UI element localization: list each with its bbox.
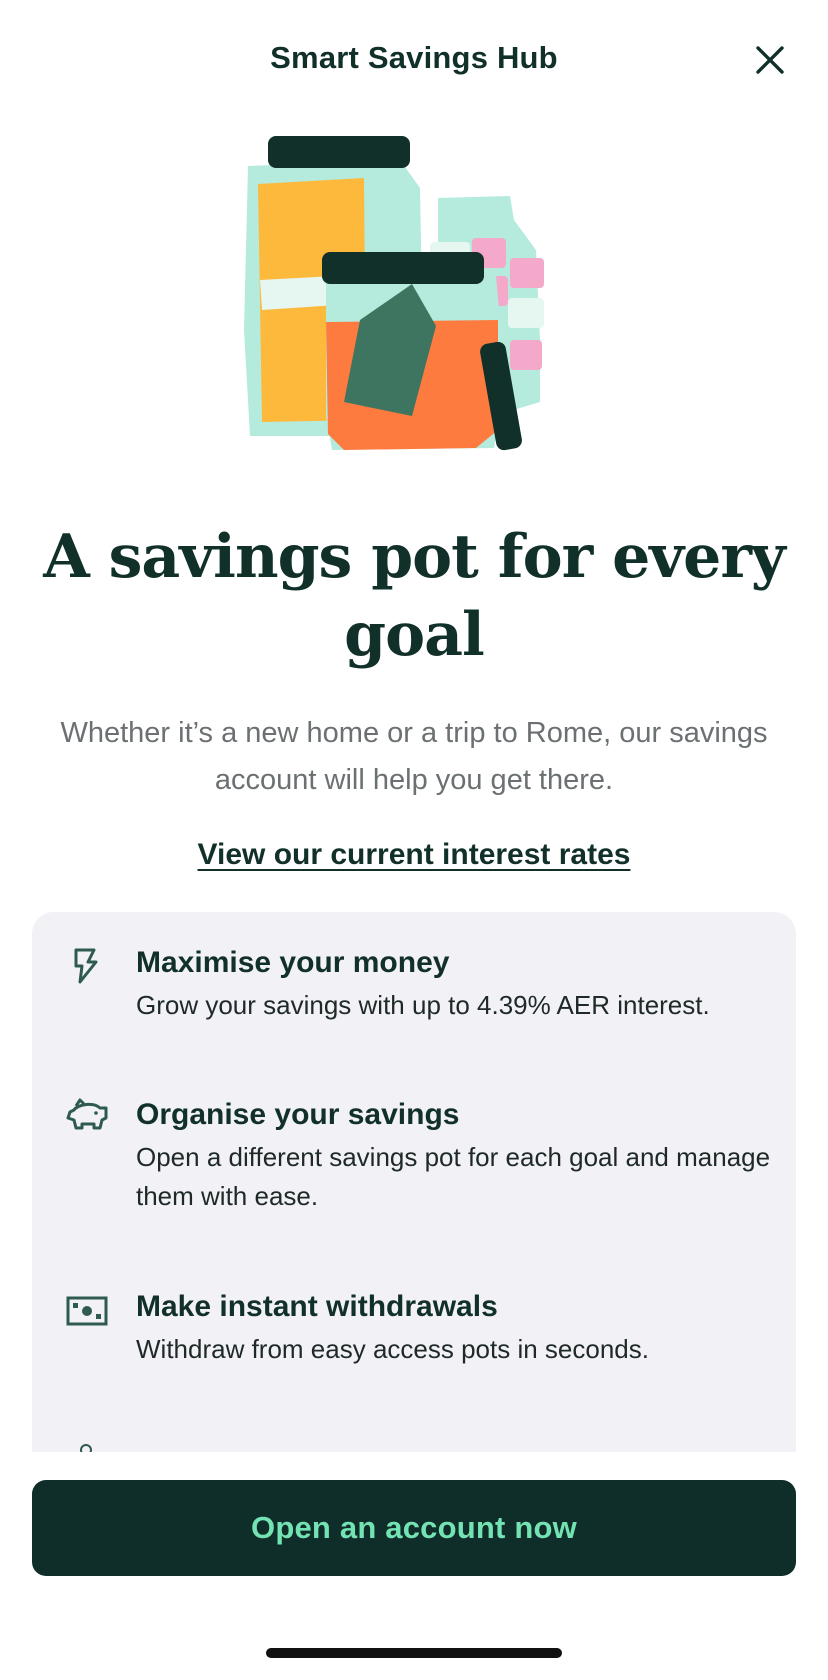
partial-feature-icon (80, 1444, 92, 1452)
lightning-icon (74, 948, 98, 984)
close-icon (756, 46, 784, 74)
page-title: Smart Savings Hub (270, 40, 558, 75)
interest-rates-link[interactable]: View our current interest rates (198, 838, 631, 871)
savings-jars-illustration (244, 136, 544, 451)
features-card: Maximise your money Grow your savings wi… (32, 912, 796, 1452)
feature-title: Maximise your money (136, 946, 450, 979)
savings-onboarding-screen: Smart Savings Hub A savings pot for ever… (0, 0, 828, 1680)
feature-description: Open a different savings pot for each go… (136, 1142, 771, 1211)
interest-rates-link-row: View our current interest rates (0, 838, 828, 872)
close-button[interactable] (748, 38, 792, 82)
header: Smart Savings Hub (0, 0, 828, 120)
open-account-button[interactable]: Open an account now (32, 1480, 796, 1576)
feature-title: Make instant withdrawals (136, 1290, 498, 1323)
home-indicator[interactable] (266, 1648, 562, 1658)
open-account-label: Open an account now (251, 1510, 577, 1545)
banknote-icon (66, 1296, 108, 1326)
feature-description: Grow your savings with up to 4.39% AER i… (136, 990, 710, 1020)
piggy-bank-icon (66, 1098, 108, 1130)
headline: A savings pot for every goal (43, 522, 786, 670)
feature-description: Withdraw from easy access pots in second… (136, 1334, 649, 1364)
subtitle: Whether it’s a new home or a trip to Rom… (60, 717, 768, 796)
feature-title: Organise your savings (136, 1098, 460, 1131)
